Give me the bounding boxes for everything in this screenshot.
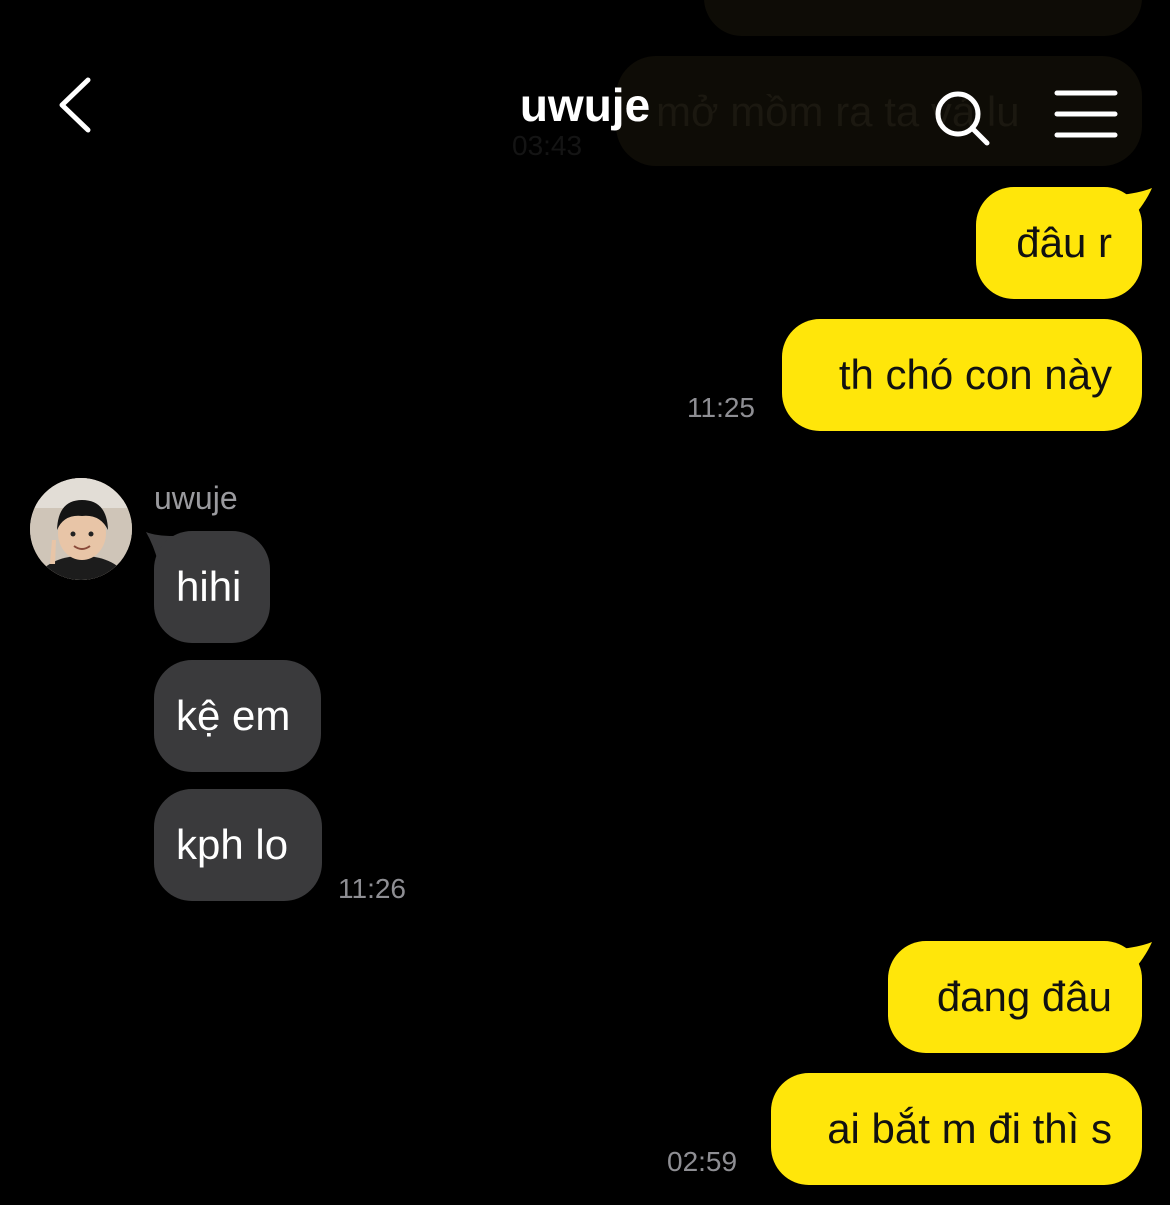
outgoing-message-bubble[interactable]: đâu r <box>976 187 1142 299</box>
search-icon <box>935 91 990 146</box>
message-text: hihi <box>176 563 242 610</box>
menu-button[interactable] <box>1054 88 1118 140</box>
avatar[interactable] <box>30 478 132 580</box>
chat-title: uwuje <box>519 79 651 131</box>
sender-name: uwuje <box>154 480 238 516</box>
message-timestamp: 02:59 <box>667 1146 738 1177</box>
incoming-message-bubble[interactable]: kệ em <box>154 660 321 772</box>
message-text: đâu r <box>1016 219 1112 266</box>
chat-header: uwuje <box>0 0 1170 180</box>
message-text: kệ em <box>176 692 291 739</box>
incoming-message-bubble[interactable]: kph lo <box>154 789 322 901</box>
incoming-message-bubble[interactable]: hihi <box>154 531 270 643</box>
message-text: ai bắt m đi thì s <box>827 1105 1112 1152</box>
search-button[interactable] <box>932 88 992 148</box>
message-timestamp: 11:25 <box>687 392 755 423</box>
message-text: kph lo <box>176 821 289 868</box>
outgoing-message-bubble[interactable]: đang đâu <box>888 941 1142 1053</box>
message-text: th chó con này <box>838 351 1112 398</box>
message-timestamp: 11:26 <box>338 873 406 904</box>
menu-icon <box>1054 90 1118 138</box>
avatar-photo <box>30 478 132 580</box>
message-text: đang đâu <box>936 973 1112 1020</box>
outgoing-message-bubble[interactable]: ai bắt m đi thì s <box>771 1073 1142 1185</box>
outgoing-message-bubble[interactable]: th chó con này <box>782 319 1142 431</box>
